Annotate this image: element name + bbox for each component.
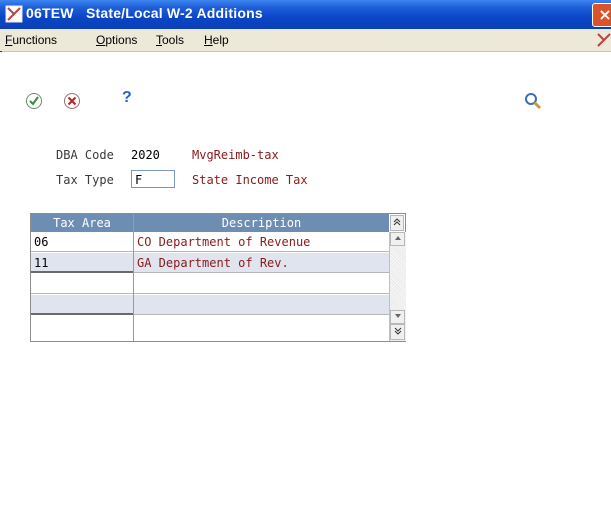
tax-type-input[interactable]: F bbox=[131, 170, 175, 188]
tax-area-cell[interactable] bbox=[31, 274, 133, 294]
dba-code-description: MvgReimb-tax bbox=[192, 148, 279, 162]
scroll-top-button[interactable] bbox=[390, 215, 404, 231]
double-up-arrow-icon bbox=[393, 218, 401, 226]
menu-options[interactable]: Options bbox=[96, 33, 137, 47]
cancel-icon[interactable] bbox=[63, 92, 81, 110]
dba-code-label: DBA Code bbox=[56, 148, 114, 162]
tax-area-cell[interactable]: 06 bbox=[31, 232, 133, 252]
tax-type-description: State Income Tax bbox=[192, 173, 308, 187]
window-bottom bbox=[0, 491, 611, 514]
description-cell bbox=[134, 295, 389, 315]
description-cell bbox=[134, 274, 389, 294]
app-small-icon bbox=[597, 33, 611, 47]
table-row[interactable]: 06 CO Department of Revenue bbox=[31, 232, 389, 253]
scroll-bottom-button[interactable] bbox=[390, 324, 405, 340]
column-divider bbox=[133, 214, 134, 341]
vertical-scrollbar[interactable] bbox=[389, 232, 406, 341]
window-title: 06TEW State/Local W-2 Additions bbox=[26, 5, 263, 21]
grid-header: Tax Area Description bbox=[31, 214, 389, 232]
menu-bar: Functions Options Tools Help bbox=[0, 29, 611, 52]
column-header-tax-area[interactable]: Tax Area bbox=[31, 214, 133, 232]
checkmark-icon[interactable] bbox=[25, 92, 43, 110]
table-row[interactable] bbox=[31, 274, 389, 295]
column-header-description[interactable]: Description bbox=[134, 214, 389, 232]
tax-type-label: Tax Type bbox=[56, 173, 114, 187]
menu-help[interactable]: Help bbox=[204, 33, 229, 47]
description-cell: CO Department of Revenue bbox=[134, 232, 389, 252]
menu-functions[interactable]: Functions bbox=[5, 33, 57, 47]
double-down-arrow-icon bbox=[394, 327, 401, 335]
table-row[interactable]: 11 GA Department of Rev. bbox=[31, 253, 389, 274]
menu-tools[interactable]: Tools bbox=[156, 33, 184, 47]
help-icon[interactable]: ? bbox=[122, 89, 132, 107]
app-logo-icon bbox=[5, 5, 23, 23]
table-row[interactable] bbox=[31, 295, 389, 316]
tax-area-grid: Tax Area Description 06 CO Department of… bbox=[30, 213, 406, 342]
description-cell bbox=[134, 316, 389, 336]
tax-area-cell[interactable]: 11 bbox=[31, 253, 133, 273]
title-bar: 06TEW State/Local W-2 Additions × bbox=[0, 0, 611, 29]
scroll-up-button[interactable] bbox=[390, 232, 405, 246]
close-button[interactable]: × bbox=[592, 3, 611, 27]
description-cell: GA Department of Rev. bbox=[134, 253, 389, 273]
scroll-down-button[interactable] bbox=[390, 310, 405, 324]
up-arrow-icon bbox=[394, 236, 401, 240]
table-row[interactable] bbox=[31, 316, 389, 337]
tax-area-cell[interactable] bbox=[31, 295, 133, 315]
dba-code-value: 2020 bbox=[131, 148, 160, 162]
search-icon[interactable] bbox=[524, 92, 542, 110]
tax-area-cell[interactable] bbox=[31, 316, 133, 336]
down-arrow-icon bbox=[394, 314, 401, 318]
